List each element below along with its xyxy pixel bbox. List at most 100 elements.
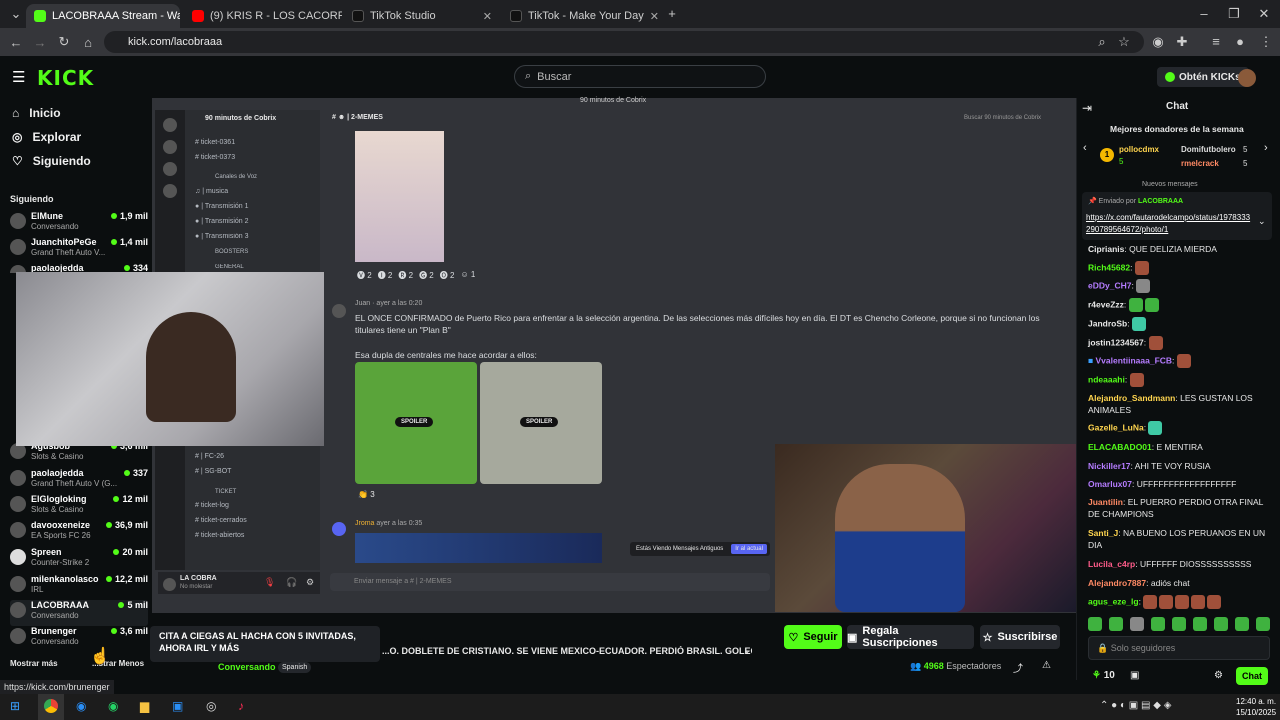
pinned-link[interactable]: https://x.com/fautarodelcampo/status/197…	[1086, 212, 1252, 236]
get-kicks-button[interactable]: Obtén KICKs	[1157, 67, 1249, 87]
channel-item[interactable]: ● | Transmisión 2	[195, 218, 249, 225]
tiktok-taskbar-icon[interactable]: ♪	[238, 699, 244, 713]
reaction[interactable]: 🅥 2	[357, 270, 372, 281]
chat-input[interactable]: 🔒 Solo seguidores	[1088, 636, 1270, 660]
reaction[interactable]: 🅘 2	[378, 270, 393, 281]
following-item[interactable]: Brunenger Conversando 3,6 mil	[10, 626, 148, 652]
zoom-icon[interactable]: ⌕	[1090, 34, 1114, 50]
channel-item[interactable]: # ticket-cerrados	[195, 517, 247, 524]
forward-icon[interactable]: →	[28, 35, 52, 50]
emote[interactable]	[1172, 617, 1186, 631]
chrome-taskbar-icon[interactable]	[38, 694, 64, 720]
url-field[interactable]: kick.com/lacobraaa	[104, 31, 1144, 53]
follow-button[interactable]: ♡ Seguir	[784, 625, 842, 649]
meme-image[interactable]	[355, 131, 444, 262]
nav-home[interactable]: ⌂ Inicio	[12, 106, 61, 120]
back-icon[interactable]: ←	[4, 35, 28, 50]
nav-explore[interactable]: ◎ Explorar	[12, 130, 81, 144]
following-item[interactable]: davooxeneize EA Sports FC 26 36,9 mil	[10, 520, 148, 546]
obs-taskbar-icon[interactable]: ◎	[206, 699, 216, 713]
emote[interactable]	[1109, 617, 1123, 631]
following-item-active[interactable]: LACOBRAAA Conversando 5 mil	[10, 600, 148, 626]
reaction[interactable]: 🅡 2	[398, 270, 413, 281]
jump-to-present-button[interactable]: Ir al actual	[731, 544, 767, 554]
emote[interactable]	[1214, 617, 1228, 631]
folder-taskbar-icon[interactable]: ▆	[140, 699, 149, 713]
reaction[interactable]: 🅞 2	[440, 270, 455, 281]
settings-gear-icon[interactable]: ⚙	[1214, 670, 1223, 681]
restore-icon[interactable]: ❐	[1222, 6, 1246, 22]
chevron-right-icon[interactable]: ›	[1264, 142, 1268, 154]
spoiler-image[interactable]: SPOILER	[355, 362, 477, 484]
emote[interactable]	[1235, 617, 1249, 631]
reaction[interactable]: 🅖 2	[419, 270, 434, 281]
chevron-left-icon[interactable]: ‹	[1083, 142, 1087, 154]
store-taskbar-icon[interactable]: ▣	[172, 699, 183, 713]
report-icon[interactable]: ⚠	[1042, 660, 1051, 671]
language-tag[interactable]: Spanish	[278, 662, 312, 673]
collapse-chat-icon[interactable]: ⇥	[1082, 101, 1092, 115]
emote[interactable]	[1193, 617, 1207, 631]
tab-tiktok-studio[interactable]: TikTok Studio ✕	[344, 4, 500, 28]
kick-logo[interactable]: KICK	[37, 66, 94, 90]
settings-gear-icon[interactable]: ⚙	[306, 577, 314, 588]
close-tab-icon[interactable]: ✕	[650, 10, 658, 23]
search-input[interactable]: ⌕ Buscar	[514, 65, 766, 88]
send-chat-button[interactable]: Chat	[1236, 667, 1268, 685]
puzzle-icon[interactable]: ✚	[1170, 34, 1194, 50]
emote[interactable]	[1151, 617, 1165, 631]
following-item[interactable]: JuanchitoPeGe Grand Theft Auto V... 1,4 m…	[10, 237, 148, 263]
channel-item[interactable]: # ticket-0373	[195, 154, 235, 161]
close-window-icon[interactable]: ✕	[1252, 6, 1276, 22]
stream-category[interactable]: Conversando	[218, 662, 276, 672]
new-tab-icon[interactable]: +	[660, 6, 684, 21]
edge-taskbar-icon[interactable]: ◉	[76, 699, 86, 713]
subscribe-button[interactable]: ☆ Suscribirse	[980, 625, 1060, 649]
following-item[interactable]: ElMune Conversando 1,9 mil	[10, 211, 148, 237]
channel-item[interactable]: # ticket-log	[195, 502, 229, 509]
close-tab-icon[interactable]: ✕	[483, 10, 492, 23]
gift-icon[interactable]: ▣	[1130, 670, 1139, 681]
clock[interactable]: 12:40 a. m. 15/10/2025	[1236, 696, 1276, 718]
spoiler-image[interactable]: SPOILER	[480, 362, 602, 484]
channel-item[interactable]: ● | Transmisión 1	[195, 203, 249, 210]
tab-kick[interactable]: LACOBRAAA Stream - Watc 🔈 ✕	[26, 4, 180, 28]
media-icon[interactable]: ≡	[1204, 34, 1228, 49]
channel-item[interactable]: # ticket-0361	[195, 139, 235, 146]
emote[interactable]	[1256, 617, 1270, 631]
hamburger-icon[interactable]: ☰	[12, 68, 25, 86]
reaction[interactable]: ☺ 1	[460, 270, 475, 281]
following-item[interactable]: ElGlogloking Slots & Casino 12 mil	[10, 494, 148, 520]
minimize-icon[interactable]: –	[1192, 6, 1216, 21]
discord-message-input[interactable]: Enviar mensaje a # | 2-MEMES	[330, 573, 770, 591]
channel-item[interactable]: ♫ | musica	[195, 188, 228, 195]
headphones-muted-icon[interactable]: 🎧	[286, 577, 297, 588]
reaction[interactable]: 👏 3	[358, 490, 375, 499]
emote[interactable]	[1088, 617, 1102, 631]
meme-image[interactable]	[355, 533, 602, 563]
nav-following[interactable]: ♡ Siguiendo	[12, 154, 91, 168]
user-avatar[interactable]	[1238, 69, 1256, 87]
menu-dots-icon[interactable]: ⋮	[1254, 34, 1278, 50]
channel-item[interactable]: # | FC-26	[195, 453, 224, 460]
tab-tiktok[interactable]: TikTok - Make Your Day ✕	[502, 4, 658, 28]
kicks-balance[interactable]: ⚘ 10	[1092, 670, 1115, 681]
channel-item[interactable]: # ticket-abiertos	[195, 532, 244, 539]
channel-item[interactable]: # | SG-BOT	[195, 468, 231, 475]
following-item[interactable]: Spreen Counter-Strike 2 20 mil	[10, 547, 148, 573]
whatsapp-taskbar-icon[interactable]: ◉	[108, 699, 118, 713]
emote[interactable]	[1130, 617, 1144, 631]
home-icon[interactable]: ⌂	[76, 35, 100, 50]
tab-search-icon[interactable]: ⌄	[4, 6, 28, 22]
reload-icon[interactable]: ↻	[52, 34, 76, 50]
windows-start-icon[interactable]: ⊞	[10, 699, 20, 713]
chevron-down-icon[interactable]: ⌄	[1258, 216, 1266, 227]
mic-muted-icon[interactable]: 🎙	[264, 577, 275, 588]
extension-icon[interactable]: ◉	[1146, 34, 1170, 50]
channel-item[interactable]: ● | Transmisión 3	[195, 233, 249, 241]
discord-search[interactable]: Buscar 90 minutos de Cobrix	[964, 115, 1041, 121]
share-icon[interactable]: ⤴	[1013, 660, 1023, 675]
chevron-down-icon[interactable]: ⌄	[743, 645, 751, 656]
tray-icons[interactable]: ⌃ ● ◐ ▣ ▤ ◆ ◈	[1100, 700, 1171, 711]
tab-youtube[interactable]: (9) KRIS R - LOS CACORROS US ✕	[184, 4, 342, 28]
